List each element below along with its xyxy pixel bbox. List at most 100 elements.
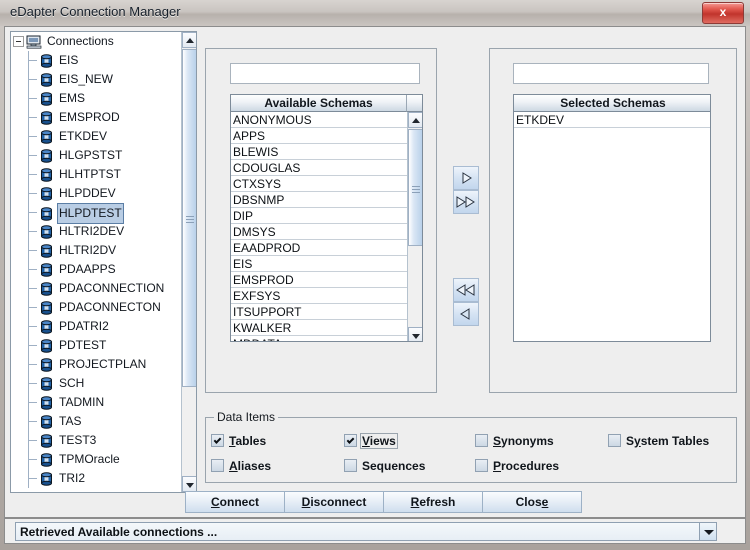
tree-scroll-down-button[interactable] — [182, 476, 196, 492]
checkbox-aliases-label: Aliases — [229, 458, 272, 473]
available-filter-input[interactable] — [230, 63, 420, 84]
available-schema-row[interactable]: BLEWIS — [231, 144, 407, 160]
checkbox-synonyms[interactable]: Synonyms — [475, 433, 554, 448]
caret-down-icon — [186, 483, 194, 488]
database-icon — [40, 92, 53, 106]
database-icon — [40, 358, 53, 372]
tree-item-emsprod[interactable]: EMSPROD — [11, 108, 182, 127]
available-schema-row[interactable]: EAADPROD — [231, 240, 407, 256]
tree-item-etkdev[interactable]: ETKDEV — [11, 127, 182, 146]
move-left-button[interactable] — [453, 302, 479, 326]
available-schema-row[interactable]: CTXSYS — [231, 176, 407, 192]
tree-item-tas[interactable]: TAS — [11, 412, 182, 431]
move-all-left-button[interactable] — [453, 278, 479, 302]
status-combobox[interactable]: Retrieved Available connections ... — [15, 522, 717, 541]
tree-item-hltri2dev[interactable]: HLTRI2DEV — [11, 222, 182, 241]
selected-schemas-listbox[interactable]: Selected Schemas ETKDEV — [513, 94, 711, 342]
tree-item-hlhtptst[interactable]: HLHTPTST — [11, 165, 182, 184]
tree-item-label: EMSPROD — [59, 110, 120, 125]
tree-item-ems[interactable]: EMS — [11, 89, 182, 108]
tree-item-tadmin[interactable]: TADMIN — [11, 393, 182, 412]
close-button[interactable]: Close — [482, 491, 582, 513]
available-schema-row[interactable]: MDDATA — [231, 336, 407, 341]
available-schema-row[interactable]: CDOUGLAS — [231, 160, 407, 176]
tree-root-connections[interactable]: Connections — [11, 32, 182, 51]
checkbox-system-tables-label: System Tables — [626, 433, 710, 448]
tree-item-pdaconnecton[interactable]: PDACONNECTON — [11, 298, 182, 317]
checkbox-sequences[interactable]: Sequences — [344, 458, 425, 473]
available-schema-row[interactable]: ANONYMOUS — [231, 112, 407, 128]
tree-item-pdaapps[interactable]: PDAAPPS — [11, 260, 182, 279]
connections-tree[interactable]: Connections EIS EIS_NEW EMS EMSPROD ETKDEV HLG… — [11, 32, 182, 492]
checkbox-procedures[interactable]: Procedures — [475, 458, 559, 473]
tree-scroll-up-button[interactable] — [182, 32, 196, 48]
checkbox-tables[interactable]: Tables — [211, 433, 266, 448]
available-scroll-up-button[interactable] — [408, 112, 422, 128]
checkbox-views[interactable]: Views — [344, 432, 398, 449]
tree-item-tpmoracle[interactable]: TPMOracle — [11, 450, 182, 469]
tree-item-pdatri2[interactable]: PDATRI2 — [11, 317, 182, 336]
collapse-toggle-icon[interactable] — [13, 36, 24, 48]
tree-item-test3[interactable]: TEST3 — [11, 431, 182, 450]
client-area: Connections EIS EIS_NEW EMS EMSPROD ETKDEV HLG… — [4, 26, 746, 518]
status-combobox-toggle[interactable] — [699, 523, 716, 540]
checkbox-icon — [211, 434, 224, 448]
status-message: Retrieved Available connections ... — [20, 525, 218, 539]
database-icon — [40, 54, 53, 68]
tree-item-hltri2dv[interactable]: HLTRI2DV — [11, 241, 182, 260]
database-icon — [40, 396, 53, 410]
tree-item-pdaconnection[interactable]: PDACONNECTION — [11, 279, 182, 298]
close-window-button[interactable]: x — [702, 2, 744, 24]
tree-item-label: PROJECTPLAN — [59, 357, 147, 372]
selected-filter-input[interactable] — [513, 63, 709, 84]
tree-item-eis_new[interactable]: EIS_NEW — [11, 70, 182, 89]
available-vertical-scrollbar[interactable] — [407, 112, 422, 341]
available-schema-row[interactable]: DIP — [231, 208, 407, 224]
tree-item-hlpdtest[interactable]: HLPDTEST — [11, 203, 182, 224]
checkbox-views-label: Views — [360, 432, 398, 449]
tree-item-tri2[interactable]: TRI2 — [11, 469, 182, 488]
chevron-down-icon — [704, 530, 714, 535]
tree-item-sch[interactable]: SCH — [11, 374, 182, 393]
move-all-right-button[interactable] — [453, 190, 479, 214]
selected-schemas-rows[interactable]: ETKDEV — [514, 112, 710, 341]
available-schema-row[interactable]: ITSUPPORT — [231, 304, 407, 320]
tree-item-hlgpstst[interactable]: HLGPSTST — [11, 146, 182, 165]
data-items-group: Data Items Tables Views Synonyms System … — [205, 410, 737, 483]
tree-item-eis[interactable]: EIS — [11, 51, 182, 70]
available-schema-row[interactable]: EXFSYS — [231, 288, 407, 304]
checkbox-icon — [344, 434, 357, 448]
tree-item-pdtest[interactable]: PDTEST — [11, 336, 182, 355]
available-schema-row[interactable]: EIS — [231, 256, 407, 272]
tree-item-label: HLHTPTST — [59, 167, 122, 182]
move-all-left-icon — [456, 284, 475, 296]
available-scroll-down-button[interactable] — [408, 327, 422, 341]
tree-item-projectplan[interactable]: PROJECTPLAN — [11, 355, 182, 374]
connect-button[interactable]: Connect — [185, 491, 285, 513]
tree-line — [28, 51, 38, 70]
refresh-button[interactable]: Refresh — [383, 491, 483, 513]
database-icon — [40, 206, 53, 221]
available-schema-row[interactable]: KWALKER — [231, 320, 407, 336]
available-schemas-rows[interactable]: ANONYMOUS APPS BLEWIS CDOUGLAS CTXSYS DBSNMP D… — [231, 112, 407, 341]
tree-vertical-scrollbar[interactable] — [181, 32, 196, 492]
move-right-button[interactable] — [453, 166, 479, 190]
checkbox-aliases[interactable]: Aliases — [211, 458, 271, 473]
database-icon — [40, 453, 53, 467]
available-schema-row[interactable]: APPS — [231, 128, 407, 144]
disconnect-button[interactable]: Disconnect — [284, 491, 384, 513]
tree-line — [28, 222, 38, 241]
available-scroll-thumb[interactable] — [408, 129, 422, 246]
selected-schema-row[interactable]: ETKDEV — [514, 112, 710, 128]
available-schema-row[interactable]: EMSPROD — [231, 272, 407, 288]
tree-item-hlpddev[interactable]: HLPDDEV — [11, 184, 182, 203]
tree-scroll-thumb[interactable] — [182, 49, 196, 387]
tree-line — [28, 469, 38, 488]
checkbox-system-tables[interactable]: System Tables — [608, 433, 709, 448]
tree-line — [28, 412, 38, 431]
available-schemas-listbox[interactable]: Available Schemas ANONYMOUS APPS BLEWIS CDO… — [230, 94, 423, 342]
available-schema-row[interactable]: DBSNMP — [231, 192, 407, 208]
tree-line — [28, 146, 38, 165]
available-schema-row[interactable]: DMSYS — [231, 224, 407, 240]
tree-line — [28, 184, 38, 203]
